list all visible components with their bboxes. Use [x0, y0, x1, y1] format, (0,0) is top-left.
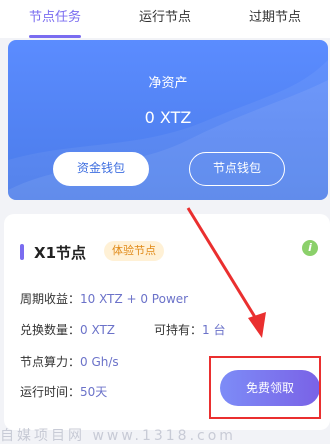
trial-node-badge: 体验节点	[104, 241, 164, 261]
cycle-income-value: 10 XTZ + 0 Power	[80, 292, 189, 306]
annotation-highlight-box	[209, 356, 321, 419]
cycle-income-row: 周期收益：10 XTZ + 0 Power	[20, 290, 188, 307]
runtime-label: 运行时间：	[20, 385, 81, 399]
cycle-income-label: 周期收益：	[20, 292, 81, 306]
node-card: X1节点 体验节点 i 周期收益：10 XTZ + 0 Power 兑换数量：0…	[4, 214, 330, 430]
runtime-value: 50天	[80, 385, 108, 399]
fund-wallet-button[interactable]: 资金钱包	[53, 152, 149, 186]
exchange-value: 0 XTZ	[80, 323, 116, 337]
hashrate-label: 节点算力：	[20, 355, 81, 369]
holdable-row: 可持有：1 台	[154, 321, 225, 338]
info-icon[interactable]: i	[302, 240, 318, 256]
hashrate-row: 节点算力：0 Gh/s	[20, 353, 119, 370]
net-asset-label: 净资产	[148, 76, 188, 91]
tab-expired-nodes[interactable]: 过期节点	[220, 0, 330, 38]
hashrate-value: 0 Gh/s	[80, 355, 119, 369]
runtime-row: 运行时间：50天	[20, 383, 107, 400]
title-accent-bar	[20, 244, 24, 260]
node-title: X1节点	[34, 244, 87, 262]
watermark: 自媒项目网 www.1318.com	[0, 428, 236, 444]
exchange-row: 兑换数量：0 XTZ	[20, 321, 115, 338]
exchange-label: 兑换数量：	[20, 323, 81, 337]
node-wallet-button[interactable]: 节点钱包	[189, 152, 285, 186]
net-asset-value: 0 XTZ	[144, 108, 192, 127]
tab-node-tasks[interactable]: 节点任务	[0, 0, 110, 38]
holdable-value: 1 台	[202, 323, 226, 337]
tab-bar: 节点任务 运行节点 过期节点	[0, 0, 330, 38]
tab-running-nodes[interactable]: 运行节点	[110, 0, 220, 38]
holdable-label: 可持有：	[154, 323, 203, 337]
net-asset-card: 净资产 0 XTZ 资金钱包 节点钱包	[8, 40, 328, 200]
